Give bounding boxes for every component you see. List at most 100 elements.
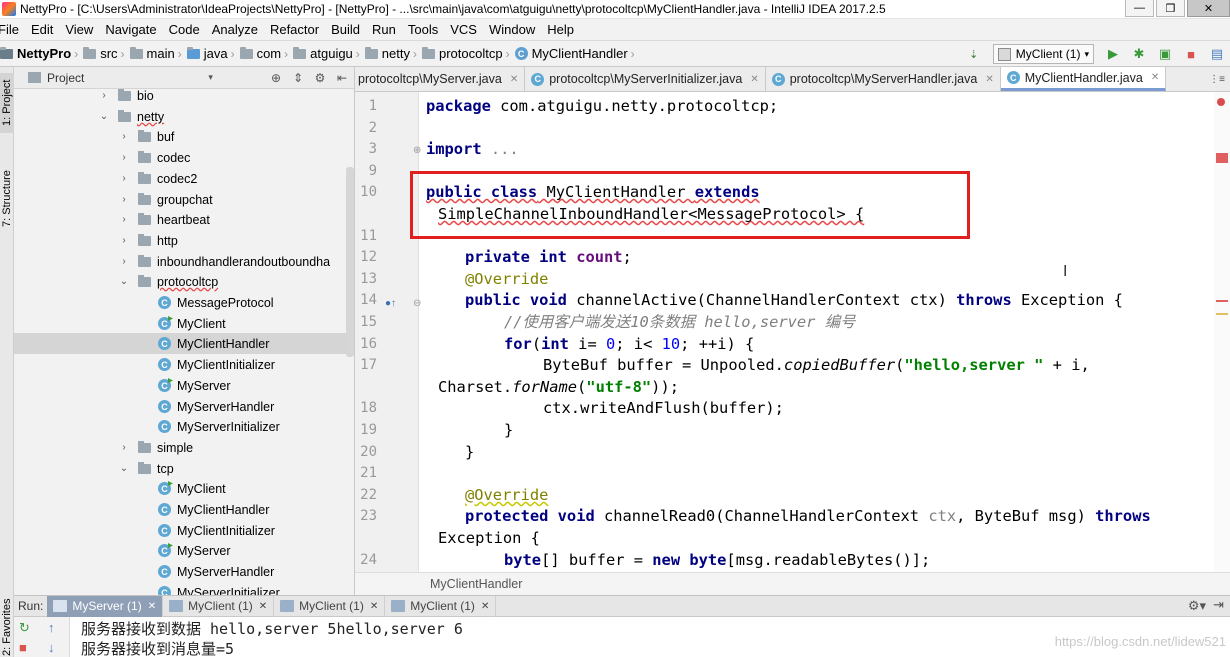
warning-stripe-mark[interactable]	[1216, 313, 1228, 315]
tab-list-icon[interactable]: ⋮≡	[1204, 67, 1230, 91]
close-icon[interactable]: ✕	[259, 601, 267, 612]
crumb-src[interactable]: src ›	[83, 46, 129, 61]
restore-button[interactable]: ❐	[1156, 0, 1185, 17]
build-icon[interactable]: ⇣	[966, 46, 982, 62]
chevron-down-icon[interactable]: ▾	[208, 72, 213, 83]
run-tab-myclient-1[interactable]: MyClient (1) ✕	[163, 595, 275, 617]
tree-folder[interactable]: › codec2	[14, 168, 354, 189]
run-icon[interactable]: ▶	[1105, 46, 1121, 62]
tree-class[interactable]: C MyClientInitializer	[14, 520, 354, 541]
menu-file[interactable]: File	[0, 22, 25, 37]
close-icon[interactable]: ✕	[148, 601, 156, 612]
arrow-down-icon[interactable]: ↓	[48, 640, 55, 655]
close-icon[interactable]: ✕	[985, 74, 993, 85]
hide-panel-icon[interactable]: ⇥	[1213, 597, 1224, 613]
tree-folder[interactable]: › buf	[14, 126, 354, 147]
chevron-right-icon[interactable]: ›	[98, 90, 110, 101]
menu-refactor[interactable]: Refactor	[270, 22, 325, 37]
editor-breadcrumb[interactable]: MyClientHandler	[355, 572, 1230, 595]
run-console[interactable]: ↻ ↑ ■ ↓ 服务器接收到数据 hello,server 5hello,ser…	[14, 617, 1230, 657]
editor-error-stripe[interactable]	[1214, 92, 1230, 572]
hide-icon[interactable]: ⇤	[334, 70, 350, 86]
crumb-java[interactable]: java ›	[186, 46, 240, 61]
menu-build[interactable]: Build	[331, 22, 366, 37]
coverage-icon[interactable]: ▣	[1157, 46, 1173, 62]
project-tree-scrollbar[interactable]	[346, 167, 354, 357]
close-window-button[interactable]: ✕	[1187, 0, 1230, 17]
chevron-right-icon[interactable]: ›	[118, 235, 130, 246]
tree-class[interactable]: C MyServerHandler	[14, 396, 354, 417]
tab-myserverinitializer[interactable]: Cprotocoltcp\MyServerInitializer.java ✕	[525, 67, 766, 91]
debug-icon[interactable]: ✱	[1131, 46, 1147, 62]
gear-icon[interactable]: ⚙	[312, 70, 328, 86]
structure-tool-tab[interactable]: 7: Structure	[0, 159, 14, 239]
chevron-right-icon[interactable]: ›	[118, 442, 130, 453]
override-marker-icon[interactable]: ●↑	[385, 298, 396, 309]
project-panel-title[interactable]: Project	[47, 71, 84, 85]
close-icon[interactable]: ✕	[510, 74, 518, 85]
fold-icon[interactable]: ⊕	[413, 145, 421, 156]
close-icon[interactable]: ✕	[1151, 72, 1159, 83]
menu-vcs[interactable]: VCS	[450, 22, 483, 37]
favorites-tool-tab[interactable]: 2: Favorites	[0, 598, 14, 655]
chevron-down-icon[interactable]: ⌄	[118, 463, 130, 474]
tree-folder[interactable]: ⌄ netty	[14, 106, 354, 127]
tree-folder[interactable]: › inboundhandlerandoutboundha	[14, 251, 354, 272]
crumb-atguigu[interactable]: atguigu ›	[293, 46, 365, 61]
run-configuration-select[interactable]: MyClient (1) ▾	[992, 44, 1094, 64]
chevron-down-icon[interactable]: ⌄	[118, 276, 130, 287]
crumb-com[interactable]: com ›	[239, 46, 294, 61]
tab-myserver[interactable]: protocoltcp\MyServer.java ✕	[355, 67, 526, 91]
minimize-button[interactable]: —	[1125, 0, 1154, 17]
tree-class[interactable]: C MyClient	[14, 478, 354, 499]
error-indicator-icon[interactable]	[1217, 98, 1225, 106]
crumb-netty[interactable]: netty ›	[364, 46, 422, 61]
tree-class[interactable]: C MyServerInitializer	[14, 416, 354, 437]
menu-run[interactable]: Run	[372, 22, 402, 37]
chevron-right-icon[interactable]: ›	[118, 256, 130, 267]
tree-folder[interactable]: › groupchat	[14, 189, 354, 210]
chevron-down-icon[interactable]: ⌄	[98, 111, 110, 122]
menu-view[interactable]: View	[65, 22, 99, 37]
crumb-main[interactable]: main ›	[129, 46, 187, 61]
menu-navigate[interactable]: Navigate	[105, 22, 162, 37]
tab-myserverhandler[interactable]: Cprotocoltcp\MyServerHandler.java ✕	[766, 67, 1001, 91]
tree-folder[interactable]: ⌄ tcp	[14, 458, 354, 479]
tree-class[interactable]: C MyServer	[14, 375, 354, 396]
tree-class[interactable]: C MyServer	[14, 540, 354, 561]
menu-help[interactable]: Help	[547, 22, 580, 37]
tree-class[interactable]: C MyClientHandler	[14, 333, 354, 354]
chevron-right-icon[interactable]: ›	[118, 131, 130, 142]
close-icon[interactable]: ✕	[750, 74, 758, 85]
run-tab-myclient-2[interactable]: MyClient (1) ✕	[274, 595, 386, 617]
tree-class[interactable]: C MyClientHandler	[14, 499, 354, 520]
chevron-right-icon[interactable]: ›	[118, 152, 130, 163]
project-tool-tab[interactable]: 1: Project	[0, 73, 14, 133]
project-structure-icon[interactable]: ▤	[1209, 46, 1225, 62]
tree-folder[interactable]: › heartbeat	[14, 209, 354, 230]
error-stripe-mark[interactable]	[1216, 153, 1228, 163]
chevron-right-icon[interactable]: ›	[118, 173, 130, 184]
tree-class[interactable]: C MessageProtocol	[14, 292, 354, 313]
crumb-project[interactable]: NettyPro ›	[0, 46, 83, 61]
close-icon[interactable]: ✕	[481, 601, 489, 612]
tree-class[interactable]: C MyServerHandler	[14, 561, 354, 582]
chevron-right-icon[interactable]: ›	[118, 194, 130, 205]
error-stripe-mark[interactable]	[1216, 300, 1228, 302]
scroll-from-source-icon[interactable]: ⊕	[268, 70, 284, 86]
tree-folder[interactable]: › http	[14, 230, 354, 251]
tree-folder[interactable]: ⌄ protocoltcp	[14, 271, 354, 292]
stop-icon[interactable]: ■	[19, 640, 27, 655]
rerun-icon[interactable]: ↻	[19, 620, 30, 636]
gear-icon[interactable]: ⚙▾	[1188, 598, 1206, 614]
menu-analyze[interactable]: Analyze	[212, 22, 264, 37]
close-icon[interactable]: ✕	[370, 601, 378, 612]
crumb-myclienthandler[interactable]: C MyClientHandler ›	[514, 46, 640, 61]
stop-icon[interactable]: ■	[1183, 46, 1199, 62]
tree-folder[interactable]: › bio	[14, 85, 354, 106]
run-tab-myclient-3[interactable]: MyClient (1) ✕	[385, 595, 497, 617]
tree-class[interactable]: C MyClientInitializer	[14, 354, 354, 375]
menu-window[interactable]: Window	[489, 22, 541, 37]
menu-code[interactable]: Code	[169, 22, 206, 37]
tree-folder[interactable]: › simple	[14, 437, 354, 458]
